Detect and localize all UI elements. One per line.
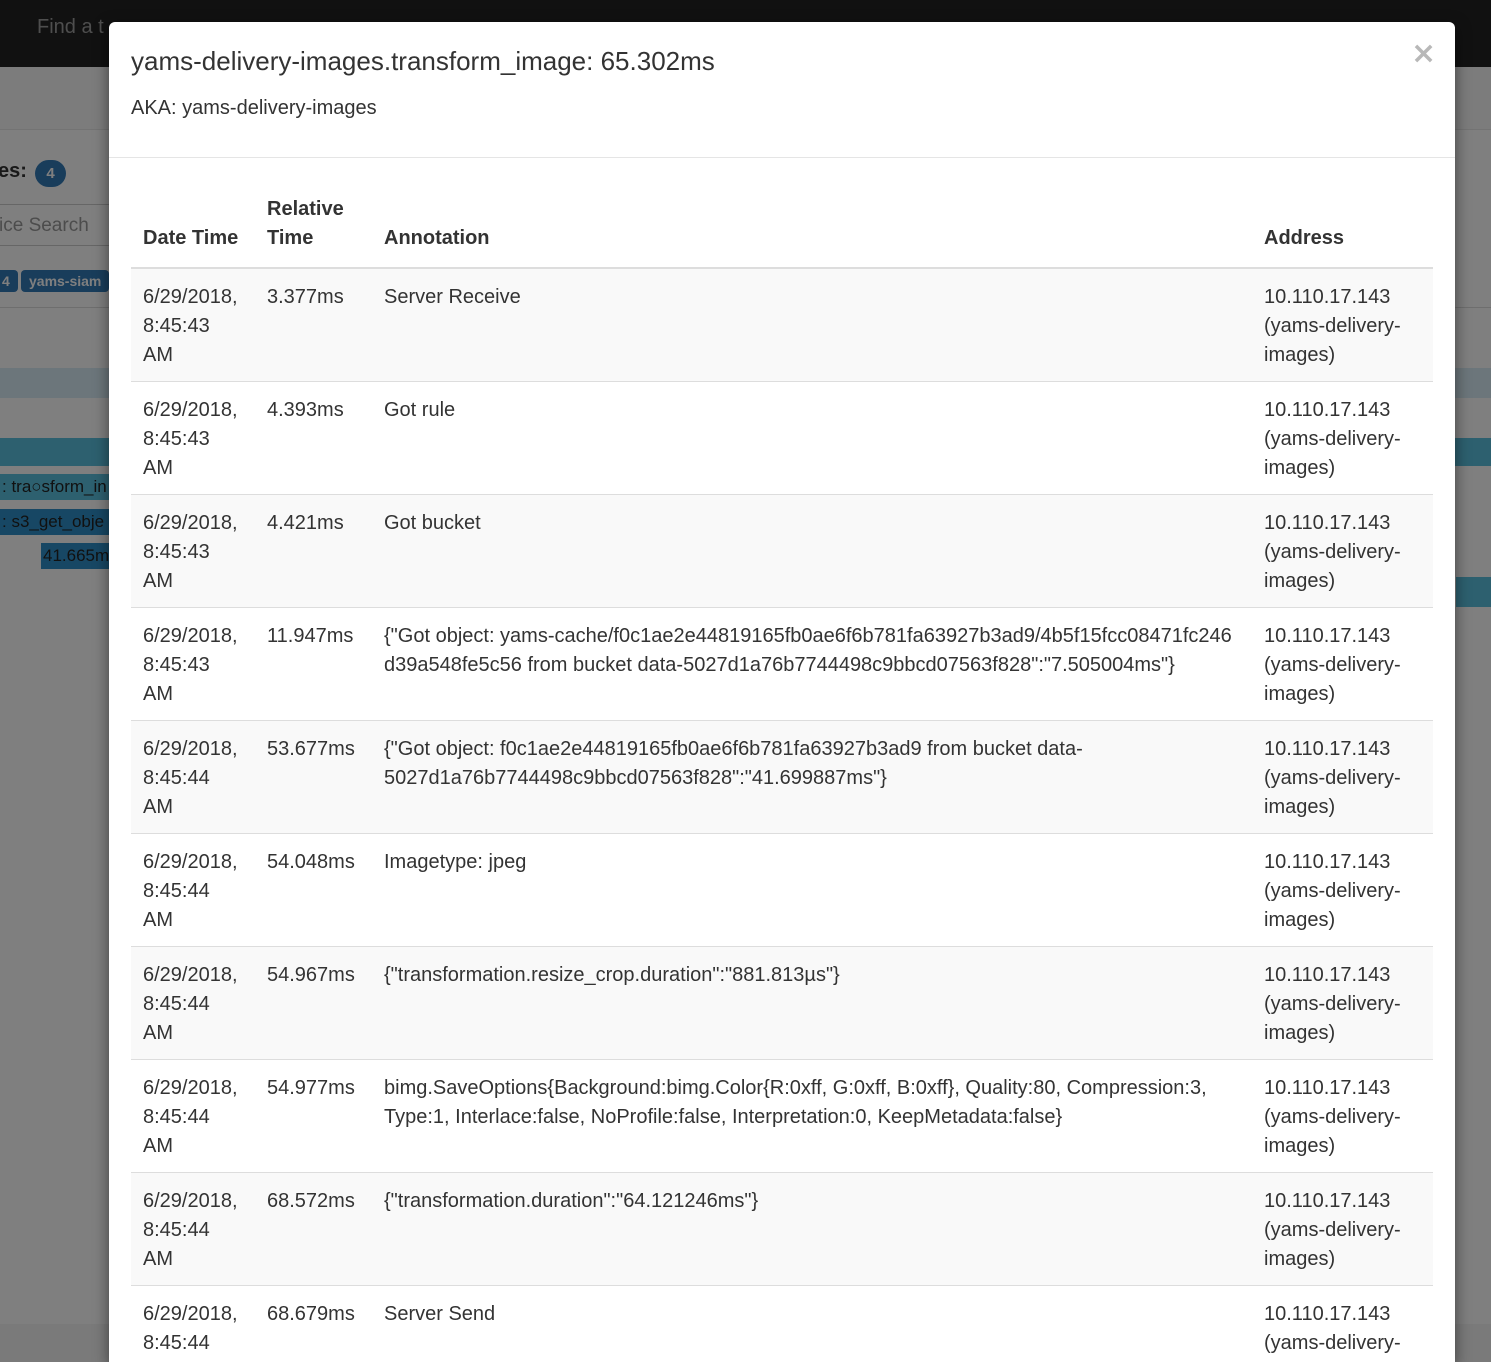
table-header-row: Date Time Relative Time Annotation Addre…: [131, 180, 1433, 268]
relative-time-cell: 54.977ms: [255, 1060, 372, 1173]
annotation-cell: {"Got object: f0c1ae2e44819165fb0ae6f6b7…: [372, 721, 1252, 834]
annotation-cell: Imagetype: jpeg: [372, 834, 1252, 947]
annotations-table: Date Time Relative Time Annotation Addre…: [131, 180, 1433, 1362]
date-time-cell: 6/29/2018, 8:45:44 AM: [131, 721, 255, 834]
modal-header: yams-delivery-images.transform_image: 65…: [109, 22, 1455, 158]
relative-time-cell: 54.967ms: [255, 947, 372, 1060]
annotation-cell: Got rule: [372, 382, 1252, 495]
address-cell: 10.110.17.143 (yams-delivery-images): [1252, 382, 1433, 495]
span-detail-modal: yams-delivery-images.transform_image: 65…: [109, 22, 1455, 1362]
annotation-cell: {"Got object: yams-cache/f0c1ae2e4481916…: [372, 608, 1252, 721]
table-row: 6/29/2018, 8:45:43 AM 3.377ms Server Rec…: [131, 268, 1433, 382]
annotation-cell: {"transformation.duration":"64.121246ms"…: [372, 1173, 1252, 1286]
address-cell: 10.110.17.143 (yams-delivery-images): [1252, 608, 1433, 721]
column-header-date-time: Date Time: [131, 180, 255, 268]
annotation-cell: {"transformation.resize_crop.duration":"…: [372, 947, 1252, 1060]
date-time-cell: 6/29/2018, 8:45:43 AM: [131, 495, 255, 608]
date-time-cell: 6/29/2018, 8:45:44 AM: [131, 1173, 255, 1286]
relative-time-cell: 4.393ms: [255, 382, 372, 495]
annotation-cell: bimg.SaveOptions{Background:bimg.Color{R…: [372, 1060, 1252, 1173]
annotation-cell: Server Receive: [372, 268, 1252, 382]
relative-time-cell: 53.677ms: [255, 721, 372, 834]
table-row: 6/29/2018, 8:45:43 AM 11.947ms {"Got obj…: [131, 608, 1433, 721]
table-row: 6/29/2018, 8:45:44 AM 68.572ms {"transfo…: [131, 1173, 1433, 1286]
table-row: 6/29/2018, 8:45:44 AM 53.677ms {"Got obj…: [131, 721, 1433, 834]
table-row: 6/29/2018, 8:45:44 AM 54.967ms {"transfo…: [131, 947, 1433, 1060]
date-time-cell: 6/29/2018, 8:45:43 AM: [131, 382, 255, 495]
table-row: 6/29/2018, 8:45:43 AM 4.393ms Got rule 1…: [131, 382, 1433, 495]
modal-title: yams-delivery-images.transform_image: 65…: [131, 46, 715, 77]
address-cell: 10.110.17.143 (yams-delivery-images): [1252, 268, 1433, 382]
modal-body: Date Time Relative Time Annotation Addre…: [109, 158, 1455, 1362]
close-button[interactable]: ×: [1411, 40, 1435, 68]
service-aka: AKA: yams-delivery-images: [131, 97, 377, 120]
address-cell: 10.110.17.143 (yams-delivery-images): [1252, 834, 1433, 947]
column-header-address: Address: [1252, 180, 1433, 268]
address-cell: 10.110.17.143 (yams-delivery-images): [1252, 495, 1433, 608]
date-time-cell: 6/29/2018, 8:45:44 AM: [131, 947, 255, 1060]
address-cell: 10.110.17.143 (yams-delivery-images): [1252, 1060, 1433, 1173]
table-row: 6/29/2018, 8:45:43 AM 4.421ms Got bucket…: [131, 495, 1433, 608]
address-cell: 10.110.17.143 (yams-delivery-images): [1252, 1173, 1433, 1286]
address-cell: 10.110.17.143 (yams-delivery-images): [1252, 947, 1433, 1060]
table-row: 6/29/2018, 8:45:44 AM 54.048ms Imagetype…: [131, 834, 1433, 947]
column-header-annotation: Annotation: [372, 180, 1252, 268]
date-time-cell: 6/29/2018, 8:45:43 AM: [131, 608, 255, 721]
relative-time-cell: 3.377ms: [255, 268, 372, 382]
relative-time-cell: 68.572ms: [255, 1173, 372, 1286]
date-time-cell: 6/29/2018, 8:45:43 AM: [131, 268, 255, 382]
date-time-cell: 6/29/2018, 8:45:44 AM: [131, 1060, 255, 1173]
relative-time-cell: 54.048ms: [255, 834, 372, 947]
column-header-relative-time: Relative Time: [255, 180, 372, 268]
date-time-cell: 6/29/2018, 8:45:44 AM: [131, 834, 255, 947]
table-row: 6/29/2018, 8:45:44 AM 54.977ms bimg.Save…: [131, 1060, 1433, 1173]
annotation-cell: Got bucket: [372, 495, 1252, 608]
relative-time-cell: 11.947ms: [255, 608, 372, 721]
address-cell: 10.110.17.143 (yams-delivery-images): [1252, 721, 1433, 834]
relative-time-cell: 4.421ms: [255, 495, 372, 608]
